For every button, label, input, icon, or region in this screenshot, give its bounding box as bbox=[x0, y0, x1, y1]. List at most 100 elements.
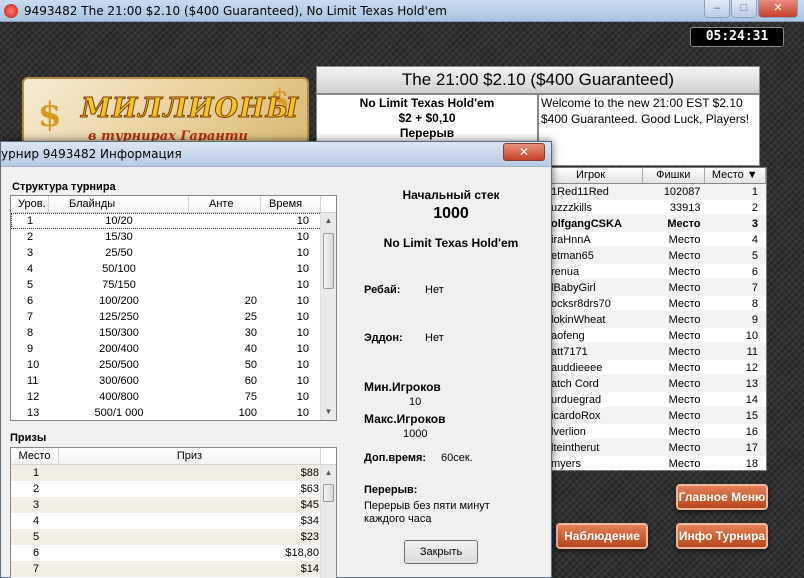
player-name: iraHnnA bbox=[551, 234, 591, 246]
player-name: myers bbox=[551, 458, 581, 470]
table-row[interactable]: 1 $88 bbox=[11, 465, 336, 481]
table-row[interactable]: 2 15/30 10 bbox=[11, 229, 336, 245]
table-row[interactable]: 13 500/1 000 100 10 bbox=[11, 405, 336, 420]
table-row[interactable]: 6 $18,80 bbox=[11, 545, 336, 561]
column-chips[interactable]: Фишки bbox=[643, 168, 705, 183]
structure-table: Уров. Блайнды Анте Время 1 10/20 10 2 15/30 1… bbox=[10, 195, 337, 421]
level-cell: 9 bbox=[27, 343, 34, 355]
table-row[interactable]: 1 10/20 10 bbox=[11, 213, 336, 229]
player-chips: Место bbox=[668, 282, 701, 294]
column-prize-place[interactable]: Место bbox=[11, 448, 59, 464]
column-level[interactable]: Уров. bbox=[11, 196, 49, 212]
table-row[interactable]: 9 200/400 40 10 bbox=[11, 341, 336, 357]
table-row[interactable]: 1Red11Red 102087 1 bbox=[539, 184, 766, 200]
level-cell: 13 bbox=[27, 407, 40, 419]
buyin: $2 + $0,10 bbox=[398, 111, 456, 125]
player-place: 3 bbox=[751, 218, 758, 230]
column-ante[interactable]: Анте bbox=[189, 196, 261, 212]
table-row[interactable]: urduegrad Место 14 bbox=[539, 392, 766, 408]
player-place: 13 bbox=[745, 378, 758, 390]
min-players-value: 10 bbox=[409, 396, 422, 408]
observe-button[interactable]: Наблюдение bbox=[556, 523, 648, 549]
table-row[interactable]: 7 $14 bbox=[11, 561, 336, 577]
prize-rows: 1 $88 2 $63 3 $45 4 $34 5 $23 6 $18,80 7 $14 bbox=[11, 465, 336, 577]
column-time[interactable]: Время bbox=[261, 196, 321, 212]
player-name: lverlion bbox=[551, 426, 586, 438]
time-cell: 10 bbox=[296, 375, 309, 387]
player-name: olfgangCSKA bbox=[551, 218, 622, 230]
column-prize[interactable]: Приз bbox=[59, 448, 321, 464]
player-name: aofeng bbox=[551, 330, 585, 342]
table-row[interactable]: myers Место 18 bbox=[539, 456, 766, 470]
structure-table-header: Уров. Блайнды Анте Время bbox=[11, 196, 336, 213]
table-row[interactable]: lBabyGirl Место 7 bbox=[539, 280, 766, 296]
table-row[interactable]: att7171 Место 11 bbox=[539, 344, 766, 360]
table-row[interactable]: olfgangCSKA Место 3 bbox=[539, 216, 766, 232]
player-place: 18 bbox=[745, 458, 758, 470]
ante-cell: 60 bbox=[244, 375, 257, 387]
structure-scrollbar[interactable]: ▲ ▼ bbox=[320, 213, 336, 420]
table-row[interactable]: lokinWheat Место 9 bbox=[539, 312, 766, 328]
prizes-scrollbar[interactable]: ▲ bbox=[320, 465, 336, 578]
table-row[interactable]: atch Cord Место 13 bbox=[539, 376, 766, 392]
ante-cell: 75 bbox=[244, 391, 257, 403]
table-row[interactable]: lverlion Место 16 bbox=[539, 424, 766, 440]
player-place: 7 bbox=[751, 282, 758, 294]
table-row[interactable]: 7 125/250 25 10 bbox=[11, 309, 336, 325]
table-row[interactable]: lteintherut Место 17 bbox=[539, 440, 766, 456]
table-row[interactable]: etman65 Место 5 bbox=[539, 248, 766, 264]
scroll-thumb[interactable] bbox=[323, 233, 334, 289]
player-name: att7171 bbox=[551, 346, 588, 358]
level-cell: 6 bbox=[27, 295, 34, 307]
prize-place-cell: 7 bbox=[33, 563, 40, 575]
players-table: Игрок Фишки Место ▼ 1Red11Red 102087 1 uzzz… bbox=[538, 167, 767, 471]
table-row[interactable]: auddieeee Место 12 bbox=[539, 360, 766, 376]
table-row[interactable]: iraHnnA Место 4 bbox=[539, 232, 766, 248]
window-close-button[interactable]: ✕ bbox=[758, 0, 798, 18]
prize-place-cell: 2 bbox=[33, 483, 40, 495]
main-menu-button[interactable]: Главное Меню bbox=[676, 484, 768, 510]
close-button[interactable]: Закрыть bbox=[404, 540, 478, 564]
player-place: 9 bbox=[751, 314, 758, 326]
prizes-table-header: Место Приз bbox=[11, 448, 336, 465]
tournament-info-button[interactable]: Инфо Турнира bbox=[676, 523, 768, 549]
scroll-down-icon[interactable]: ▼ bbox=[321, 404, 336, 420]
table-row[interactable]: 8 150/300 30 10 bbox=[11, 325, 336, 341]
prize-place-cell: 4 bbox=[33, 515, 40, 527]
table-row[interactable]: icardoRox Место 15 bbox=[539, 408, 766, 424]
table-row[interactable]: 3 25/50 10 bbox=[11, 245, 336, 261]
table-row[interactable]: 5 $23 bbox=[11, 529, 336, 545]
maximize-button[interactable]: □ bbox=[731, 0, 757, 18]
table-row[interactable]: renua Место 6 bbox=[539, 264, 766, 280]
table-row[interactable]: uzzzkills 33913 2 bbox=[539, 200, 766, 216]
scroll-up-icon[interactable]: ▲ bbox=[321, 465, 336, 481]
table-row[interactable]: 4 $34 bbox=[11, 513, 336, 529]
column-place[interactable]: Место ▼ bbox=[704, 168, 766, 183]
table-row[interactable]: 2 $63 bbox=[11, 481, 336, 497]
scroll-thumb[interactable] bbox=[323, 484, 334, 502]
table-row[interactable]: 12 400/800 75 10 bbox=[11, 389, 336, 405]
player-name: lteintherut bbox=[551, 442, 600, 454]
table-row[interactable]: 10 250/500 50 10 bbox=[11, 357, 336, 373]
column-blinds[interactable]: Блайнды bbox=[49, 196, 189, 212]
level-cell: 10 bbox=[27, 359, 40, 371]
table-row[interactable]: 4 50/100 10 bbox=[11, 261, 336, 277]
table-row[interactable]: 5 75/150 10 bbox=[11, 277, 336, 293]
table-row[interactable]: ocksr8drs70 Место 8 bbox=[539, 296, 766, 312]
player-chips: Место bbox=[668, 330, 701, 342]
close-icon[interactable]: ✕ bbox=[503, 143, 545, 161]
player-place: 2 bbox=[751, 202, 758, 214]
table-row[interactable]: 6 100/200 20 10 bbox=[11, 293, 336, 309]
table-row[interactable]: aofeng Место 10 bbox=[539, 328, 766, 344]
prizes-title: Призы bbox=[10, 432, 47, 444]
dialog-titlebar: урнир 9493482 Информация ✕ bbox=[1, 142, 551, 167]
table-row[interactable]: 11 300/600 60 10 bbox=[11, 373, 336, 389]
scroll-up-icon[interactable]: ▲ bbox=[321, 213, 336, 229]
blinds-cell: 25/50 bbox=[105, 247, 133, 259]
minimize-button[interactable]: – bbox=[704, 0, 730, 18]
player-place: 11 bbox=[746, 346, 758, 358]
time-cell: 10 bbox=[296, 391, 309, 403]
table-row[interactable]: 3 $45 bbox=[11, 497, 336, 513]
players-table-header: Игрок Фишки Место ▼ bbox=[539, 168, 766, 184]
column-player[interactable]: Игрок bbox=[539, 168, 644, 183]
